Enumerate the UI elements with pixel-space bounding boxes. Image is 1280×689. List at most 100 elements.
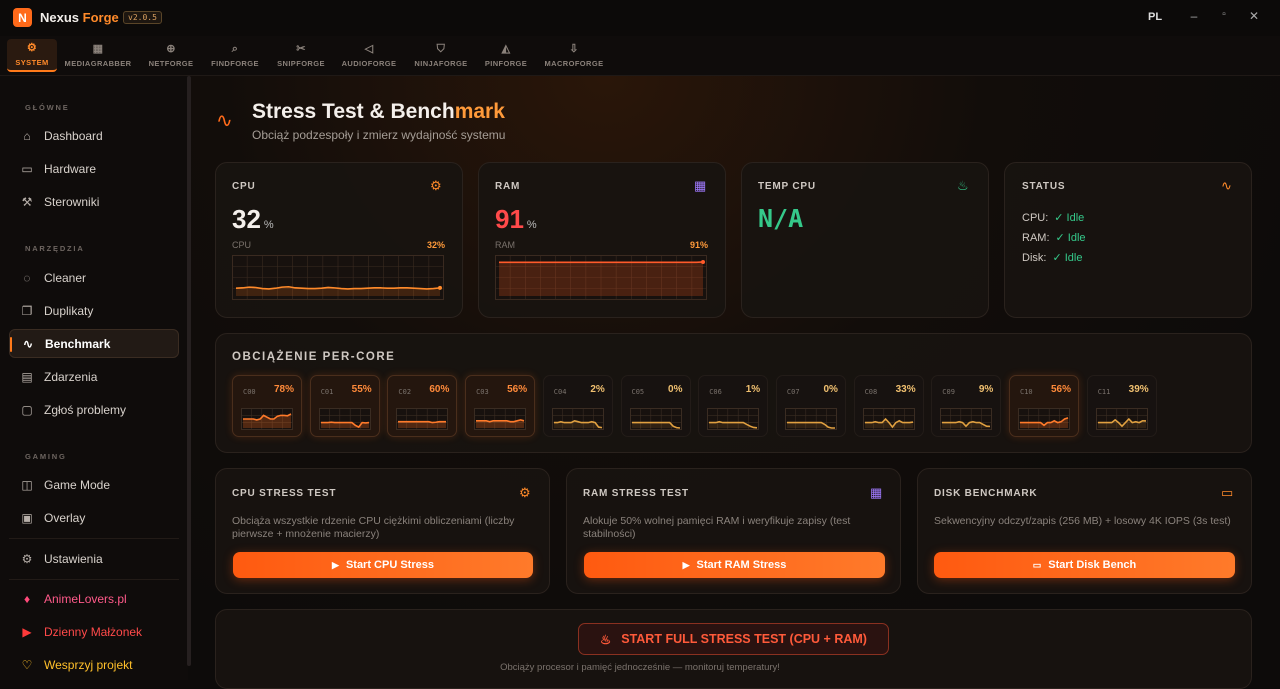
monitor-icon: ▭ — [19, 162, 35, 176]
status-card-label: STATUS — [1022, 181, 1065, 192]
core-history-chart — [863, 408, 915, 430]
history-point — [438, 286, 442, 290]
sidebar-item-settings[interactable]: ⚙Ustawienia — [9, 544, 179, 573]
sidebar-item-cleaner[interactable]: ◌Cleaner — [9, 263, 179, 292]
status-disk: Disk:✓ Idle — [1022, 251, 1082, 264]
core-history-chart — [474, 408, 526, 430]
memory-icon: ▦ — [870, 485, 882, 501]
core-history-chart — [785, 408, 837, 430]
core-percent: 78% — [274, 384, 294, 395]
sidebar-item-dashboard[interactable]: ⌂Dashboard — [9, 121, 179, 150]
pin-icon: ◭ — [502, 43, 511, 55]
sidebar-link-animelovers[interactable]: ♦AnimeLovers.pl — [9, 584, 179, 613]
start-full-stress-button[interactable]: ♨START FULL STRESS TEST (CPU + RAM) — [578, 623, 889, 655]
ram-chart-label: RAM — [495, 240, 515, 250]
ram-stress-title: RAM STRESS TEST — [583, 488, 689, 499]
flame-icon: ♨ — [957, 178, 969, 194]
pulse-icon: ∿ — [1221, 178, 1232, 194]
download-icon: ⇩ — [569, 43, 579, 55]
core-tile-c06: C061% — [698, 375, 768, 437]
sidebar-section-gaming: GAMING — [25, 452, 67, 461]
core-history-chart — [1096, 408, 1148, 430]
nav-pinforge[interactable]: ◭PINFORGE — [482, 39, 530, 72]
core-percent: 55% — [352, 384, 372, 395]
page-title: Stress Test & Benchmark — [252, 100, 505, 124]
temp-card-label: TEMP CPU — [758, 181, 816, 192]
shield-icon: ⛉ — [437, 43, 446, 55]
core-percent: 56% — [1051, 384, 1071, 395]
page-subtitle: Obciąż podzespoły i zmierz wydajność sys… — [252, 128, 505, 142]
sidebar-item-report[interactable]: ▢Zgłoś problemy — [9, 395, 179, 424]
cpu-chart-label: CPU — [232, 240, 251, 250]
app-name: Nexus Forge — [40, 10, 119, 25]
film-icon: ▦ — [93, 43, 104, 55]
start-cpu-stress-button[interactable]: ▶Start CPU Stress — [233, 552, 533, 578]
full-stress-note: Obciąży procesor i pamięć jednocześnie —… — [0, 662, 1280, 673]
nav-snipforge[interactable]: ✂SNIPFORGE — [273, 39, 329, 72]
sidebar-link-youtube[interactable]: ▶Dzienny Małżonek — [9, 617, 179, 646]
title-bar: N Nexus Forge v2.0.5 PL – ▫ ✕ — [0, 0, 1280, 36]
core-name: C00 — [243, 388, 256, 396]
start-ram-stress-button[interactable]: ▶Start RAM Stress — [584, 552, 885, 578]
core-tile-c09: C099% — [931, 375, 1001, 437]
nav-system[interactable]: ⚙SYSTEM — [7, 39, 57, 72]
monitor-icon: ▭ — [1221, 485, 1233, 501]
flame-icon: ♨ — [600, 632, 611, 647]
core-name: C05 — [632, 388, 645, 396]
nav-ninjaforge[interactable]: ⛉NINJAFORGE — [411, 39, 471, 72]
nav-audioforge[interactable]: ◁AUDIOFORGE — [339, 39, 399, 72]
overlay-icon: ▣ — [19, 511, 35, 525]
core-percent: 2% — [590, 384, 604, 395]
copy-icon: ❐ — [19, 304, 35, 318]
sidebar-item-hardware[interactable]: ▭Hardware — [9, 154, 179, 183]
core-tile-c02: C0260% — [387, 375, 457, 437]
app-logo: N — [13, 8, 32, 27]
youtube-icon: ▶ — [19, 625, 35, 639]
maximize-button[interactable]: ▫ — [1217, 9, 1231, 20]
core-percent: 39% — [1129, 384, 1149, 395]
sidebar-item-benchmark[interactable]: ∿Benchmark — [9, 329, 179, 358]
ram-stress-description: Alokuje 50% wolnej pamięci RAM i weryfik… — [583, 515, 883, 541]
ram-card-label: RAM — [495, 181, 520, 192]
disk-bench-description: Sekwencyjny odczyt/zapis (256 MB) + loso… — [934, 515, 1234, 528]
core-tile-c01: C01 55% — [310, 375, 380, 437]
cpu-chart-pct: 32% — [427, 240, 445, 250]
memory-icon: ▦ — [694, 178, 706, 194]
nav-macroforge[interactable]: ⇩MACROFORGE — [541, 39, 607, 72]
core-name: C07 — [787, 388, 800, 396]
status-ram: RAM:✓ Idle — [1022, 231, 1086, 244]
core-history-chart — [396, 408, 448, 430]
start-disk-bench-button[interactable]: ▭Start Disk Bench — [934, 552, 1235, 578]
gear-icon: ⚙ — [19, 552, 35, 566]
core-name: C11 — [1098, 388, 1111, 396]
cpu-stress-description: Obciąża wszystkie rdzenie CPU ciężkimi o… — [232, 515, 532, 541]
core-tile-c03: C0356% — [465, 375, 535, 437]
minimize-button[interactable]: – — [1187, 9, 1201, 23]
language-switch[interactable]: PL — [1148, 11, 1162, 23]
cpu-chip-icon: ⚙ — [430, 178, 442, 194]
core-name: C01 — [321, 388, 334, 396]
sidebar-item-duplicates[interactable]: ❐Duplikaty — [9, 296, 179, 325]
diamond-icon: ♦ — [19, 592, 35, 606]
sidebar-item-overlay[interactable]: ▣Overlay — [9, 503, 179, 532]
shield-icon: ◌ — [19, 271, 35, 285]
sidebar-section-main: GŁÓWNE — [25, 103, 70, 112]
per-core-title: OBCIĄŻENIE PER-CORE — [232, 351, 395, 363]
sidebar-item-game-mode[interactable]: ◫Game Mode — [9, 470, 179, 499]
core-tile-c00: C00 78% — [232, 375, 302, 437]
monitor-icon: ▭ — [1033, 560, 1042, 571]
gear-icon: ⚙ — [27, 42, 37, 54]
nav-mediagrabber[interactable]: ▦MEDIAGRABBER — [63, 39, 133, 72]
nav-findforge[interactable]: ⌕FINDFORGE — [208, 39, 262, 72]
core-history-chart — [241, 408, 293, 430]
core-history-chart — [552, 408, 604, 430]
cpu-value: 32% — [232, 204, 274, 235]
cpu-card-label: CPU — [232, 181, 256, 192]
temp-value: N/A — [758, 204, 803, 233]
nav-netforge[interactable]: ⊕NETFORGE — [145, 39, 197, 72]
sidebar-item-drivers[interactable]: ⚒Sterowniki — [9, 187, 179, 216]
sidebar-item-events[interactable]: ▤Zdarzenia — [9, 362, 179, 391]
version-badge: v2.0.5 — [123, 11, 162, 24]
search-icon: ⌕ — [232, 43, 239, 55]
close-button[interactable]: ✕ — [1247, 9, 1261, 23]
